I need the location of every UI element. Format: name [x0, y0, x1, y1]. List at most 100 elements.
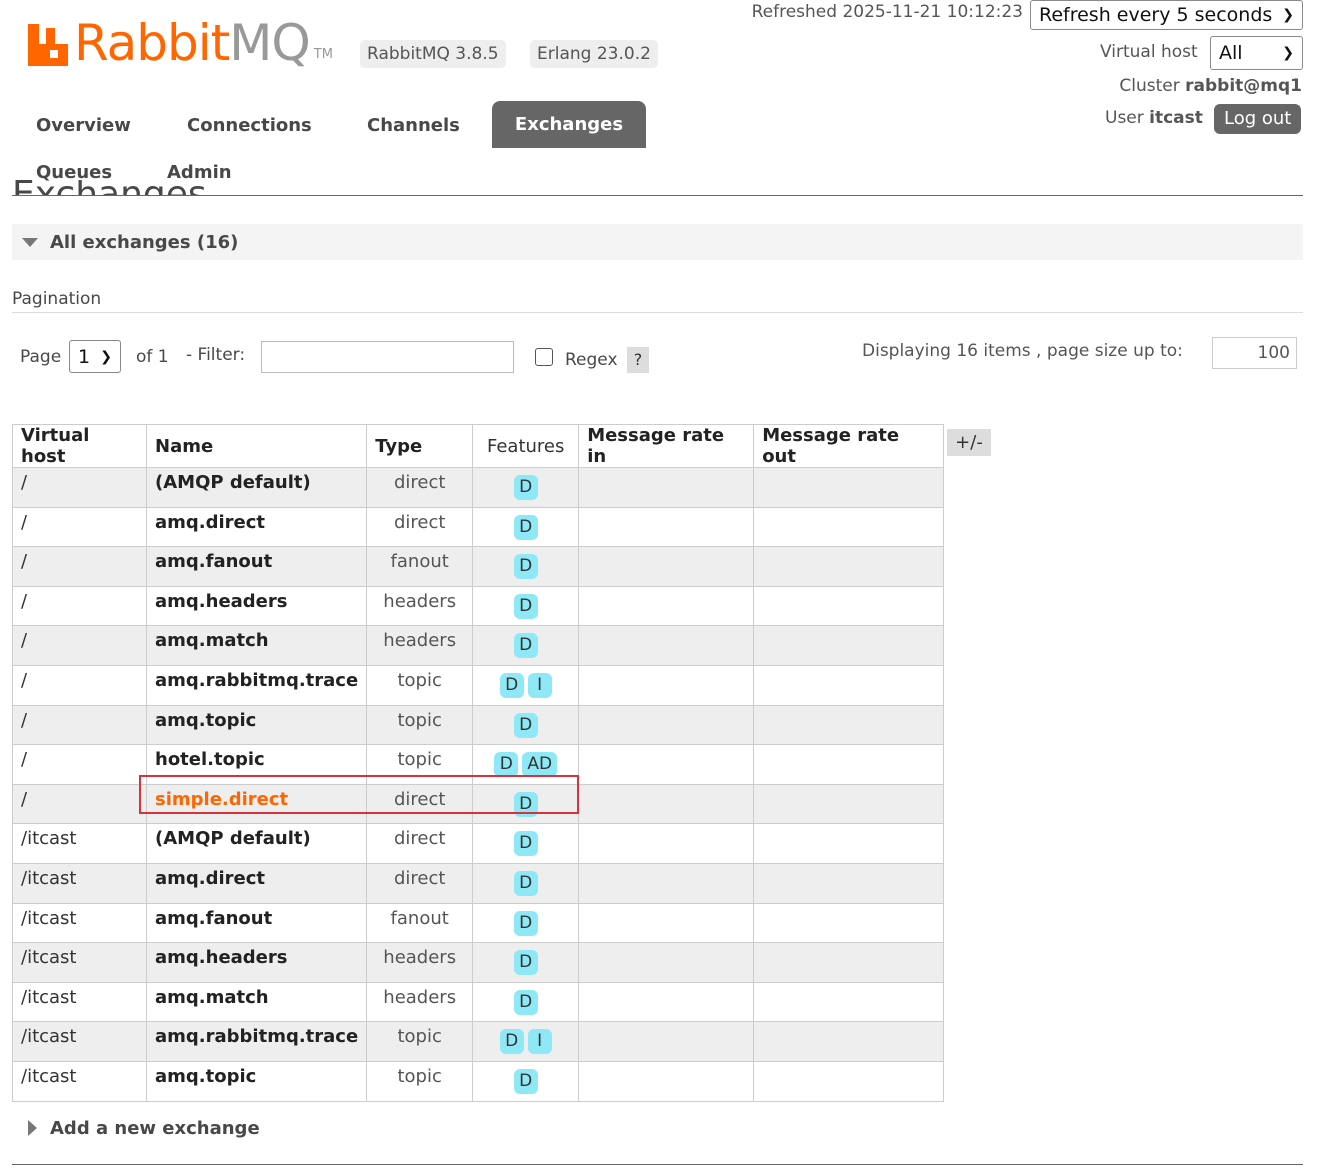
cell-rate-in: [578, 585, 755, 627]
cluster-info: Cluster rabbit@mq1: [1119, 76, 1302, 96]
cell-rate-in: [578, 506, 755, 548]
regex-help-button[interactable]: ?: [627, 347, 649, 373]
column-header-name[interactable]: Name: [145, 424, 368, 468]
cell-rate-in: [578, 744, 755, 785]
feature-badge: D: [513, 712, 538, 738]
cell-rate-in: [578, 1021, 755, 1062]
exchange-name-link[interactable]: amq.direct: [145, 862, 368, 904]
table-row: /itcast amq.rabbitmq.trace topic D I: [12, 1021, 945, 1062]
exchange-name-link[interactable]: amq.match: [145, 981, 368, 1023]
page-title-clip: Exchanges: [12, 180, 412, 196]
exchange-name-link[interactable]: amq.rabbitmq.trace: [145, 664, 368, 706]
cell-rate-in: [578, 467, 755, 508]
cell-virtual-host: /itcast: [12, 823, 147, 864]
cell-features: D: [472, 704, 580, 746]
cell-features: D: [472, 467, 580, 508]
feature-badge: D: [499, 1029, 524, 1055]
cell-features: DI: [472, 1021, 580, 1062]
tab-connections[interactable]: Connections: [187, 115, 312, 136]
tab-overview[interactable]: Overview: [36, 115, 131, 136]
rabbitmq-logo[interactable]: RabbitMQ TM: [28, 14, 333, 72]
cell-rate-out: [753, 1060, 945, 1102]
feature-badge: D: [513, 831, 538, 857]
virtual-host-select[interactable]: All ❯: [1210, 36, 1303, 70]
chevron-down-icon: ❯: [100, 348, 112, 365]
cell-features: D: [472, 981, 580, 1023]
cell-type: topic: [366, 1021, 474, 1062]
refresh-interval-value: Refresh every 5 seconds: [1039, 4, 1273, 26]
page-select[interactable]: 1 ❯: [69, 340, 121, 373]
feature-badge: D: [513, 554, 538, 580]
exchanges-table: Virtual host Name Type Features Message …: [12, 424, 945, 1102]
tab-exchanges[interactable]: Exchanges: [492, 101, 646, 148]
tab-channels[interactable]: Channels: [367, 115, 460, 136]
version-badge: RabbitMQ 3.8.5: [360, 40, 506, 68]
table-row: /itcast amq.headers headers D: [12, 942, 945, 983]
cell-rate-in: [578, 981, 755, 1023]
exchange-name-link[interactable]: amq.fanout: [145, 546, 368, 587]
table-row: /itcast amq.match headers D: [12, 981, 945, 1023]
feature-badge: D: [513, 950, 538, 976]
refreshed-timestamp: Refreshed 2025-11-21 10:12:23: [751, 2, 1023, 22]
cell-rate-out: [753, 902, 945, 944]
cell-virtual-host: /: [12, 783, 147, 825]
cell-rate-in: [578, 625, 755, 666]
cell-virtual-host: /: [12, 625, 147, 666]
cell-rate-out: [753, 704, 945, 746]
exchange-name-link[interactable]: amq.fanout: [145, 902, 368, 944]
cell-virtual-host: /: [12, 506, 147, 548]
erlang-badge: Erlang 23.0.2: [530, 40, 658, 68]
exchange-name-link[interactable]: amq.headers: [145, 585, 368, 627]
rabbit-icon: [28, 24, 68, 66]
table-row: / amq.direct direct D: [12, 506, 945, 548]
cell-rate-in: [578, 902, 755, 944]
cell-virtual-host: /: [12, 467, 147, 508]
cell-rate-in: [578, 1060, 755, 1102]
exchange-name-link[interactable]: amq.headers: [145, 942, 368, 983]
cell-rate-out: [753, 981, 945, 1023]
table-row: /itcast (AMQP default) direct D: [12, 823, 945, 864]
cell-features: D: [472, 942, 580, 983]
column-header-type[interactable]: Type: [366, 424, 474, 468]
cell-rate-in: [578, 862, 755, 904]
table-row: /itcast amq.fanout fanout D: [12, 902, 945, 944]
exchange-name-link[interactable]: (AMQP default): [145, 467, 368, 508]
page-size-input[interactable]: 100: [1212, 337, 1297, 369]
filter-label: - Filter:: [186, 345, 246, 365]
column-header-rate-in[interactable]: Message rate in: [578, 424, 755, 468]
cell-rate-out: [753, 506, 945, 548]
cell-rate-out: [753, 1021, 945, 1062]
user-label: User: [1105, 108, 1150, 128]
exchange-name-link[interactable]: amq.rabbitmq.trace: [145, 1021, 368, 1062]
logout-button[interactable]: Log out: [1214, 104, 1302, 134]
filter-input[interactable]: [261, 341, 514, 373]
exchange-name-link[interactable]: amq.match: [145, 625, 368, 666]
triangle-right-icon[interactable]: [28, 1120, 37, 1136]
cell-type: fanout: [366, 546, 474, 587]
toggle-columns-button[interactable]: +/-: [947, 429, 991, 456]
feature-badge: D: [513, 633, 538, 659]
cell-type: direct: [366, 467, 474, 508]
cell-type: fanout: [366, 902, 474, 944]
user-name: itcast: [1149, 108, 1203, 128]
add-exchange-toggle[interactable]: Add a new exchange: [50, 1118, 260, 1139]
feature-badge: D: [494, 752, 519, 778]
exchange-name-link[interactable]: amq.topic: [145, 704, 368, 746]
table-row: /itcast amq.topic topic D: [12, 1060, 945, 1102]
regex-checkbox[interactable]: [535, 348, 553, 366]
chevron-down-icon: ❯: [1282, 45, 1294, 61]
feature-badge: I: [527, 1029, 552, 1055]
logo-wordmark: RabbitMQ: [74, 14, 311, 72]
column-header-features: Features: [472, 424, 580, 468]
exchange-name-link[interactable]: amq.topic: [145, 1060, 368, 1102]
page-label: Page: [20, 347, 62, 367]
feature-badge: D: [513, 514, 538, 540]
refresh-interval-select[interactable]: Refresh every 5 seconds ❯: [1030, 0, 1303, 30]
column-header-virtual-host[interactable]: Virtual host: [12, 424, 147, 468]
exchange-name-link[interactable]: (AMQP default): [145, 823, 368, 864]
cell-type: headers: [366, 942, 474, 983]
column-header-rate-out[interactable]: Message rate out: [753, 424, 945, 468]
exchange-name-link[interactable]: amq.direct: [145, 506, 368, 548]
table-row: / (AMQP default) direct D: [12, 467, 945, 508]
feature-badge: I: [527, 672, 552, 698]
